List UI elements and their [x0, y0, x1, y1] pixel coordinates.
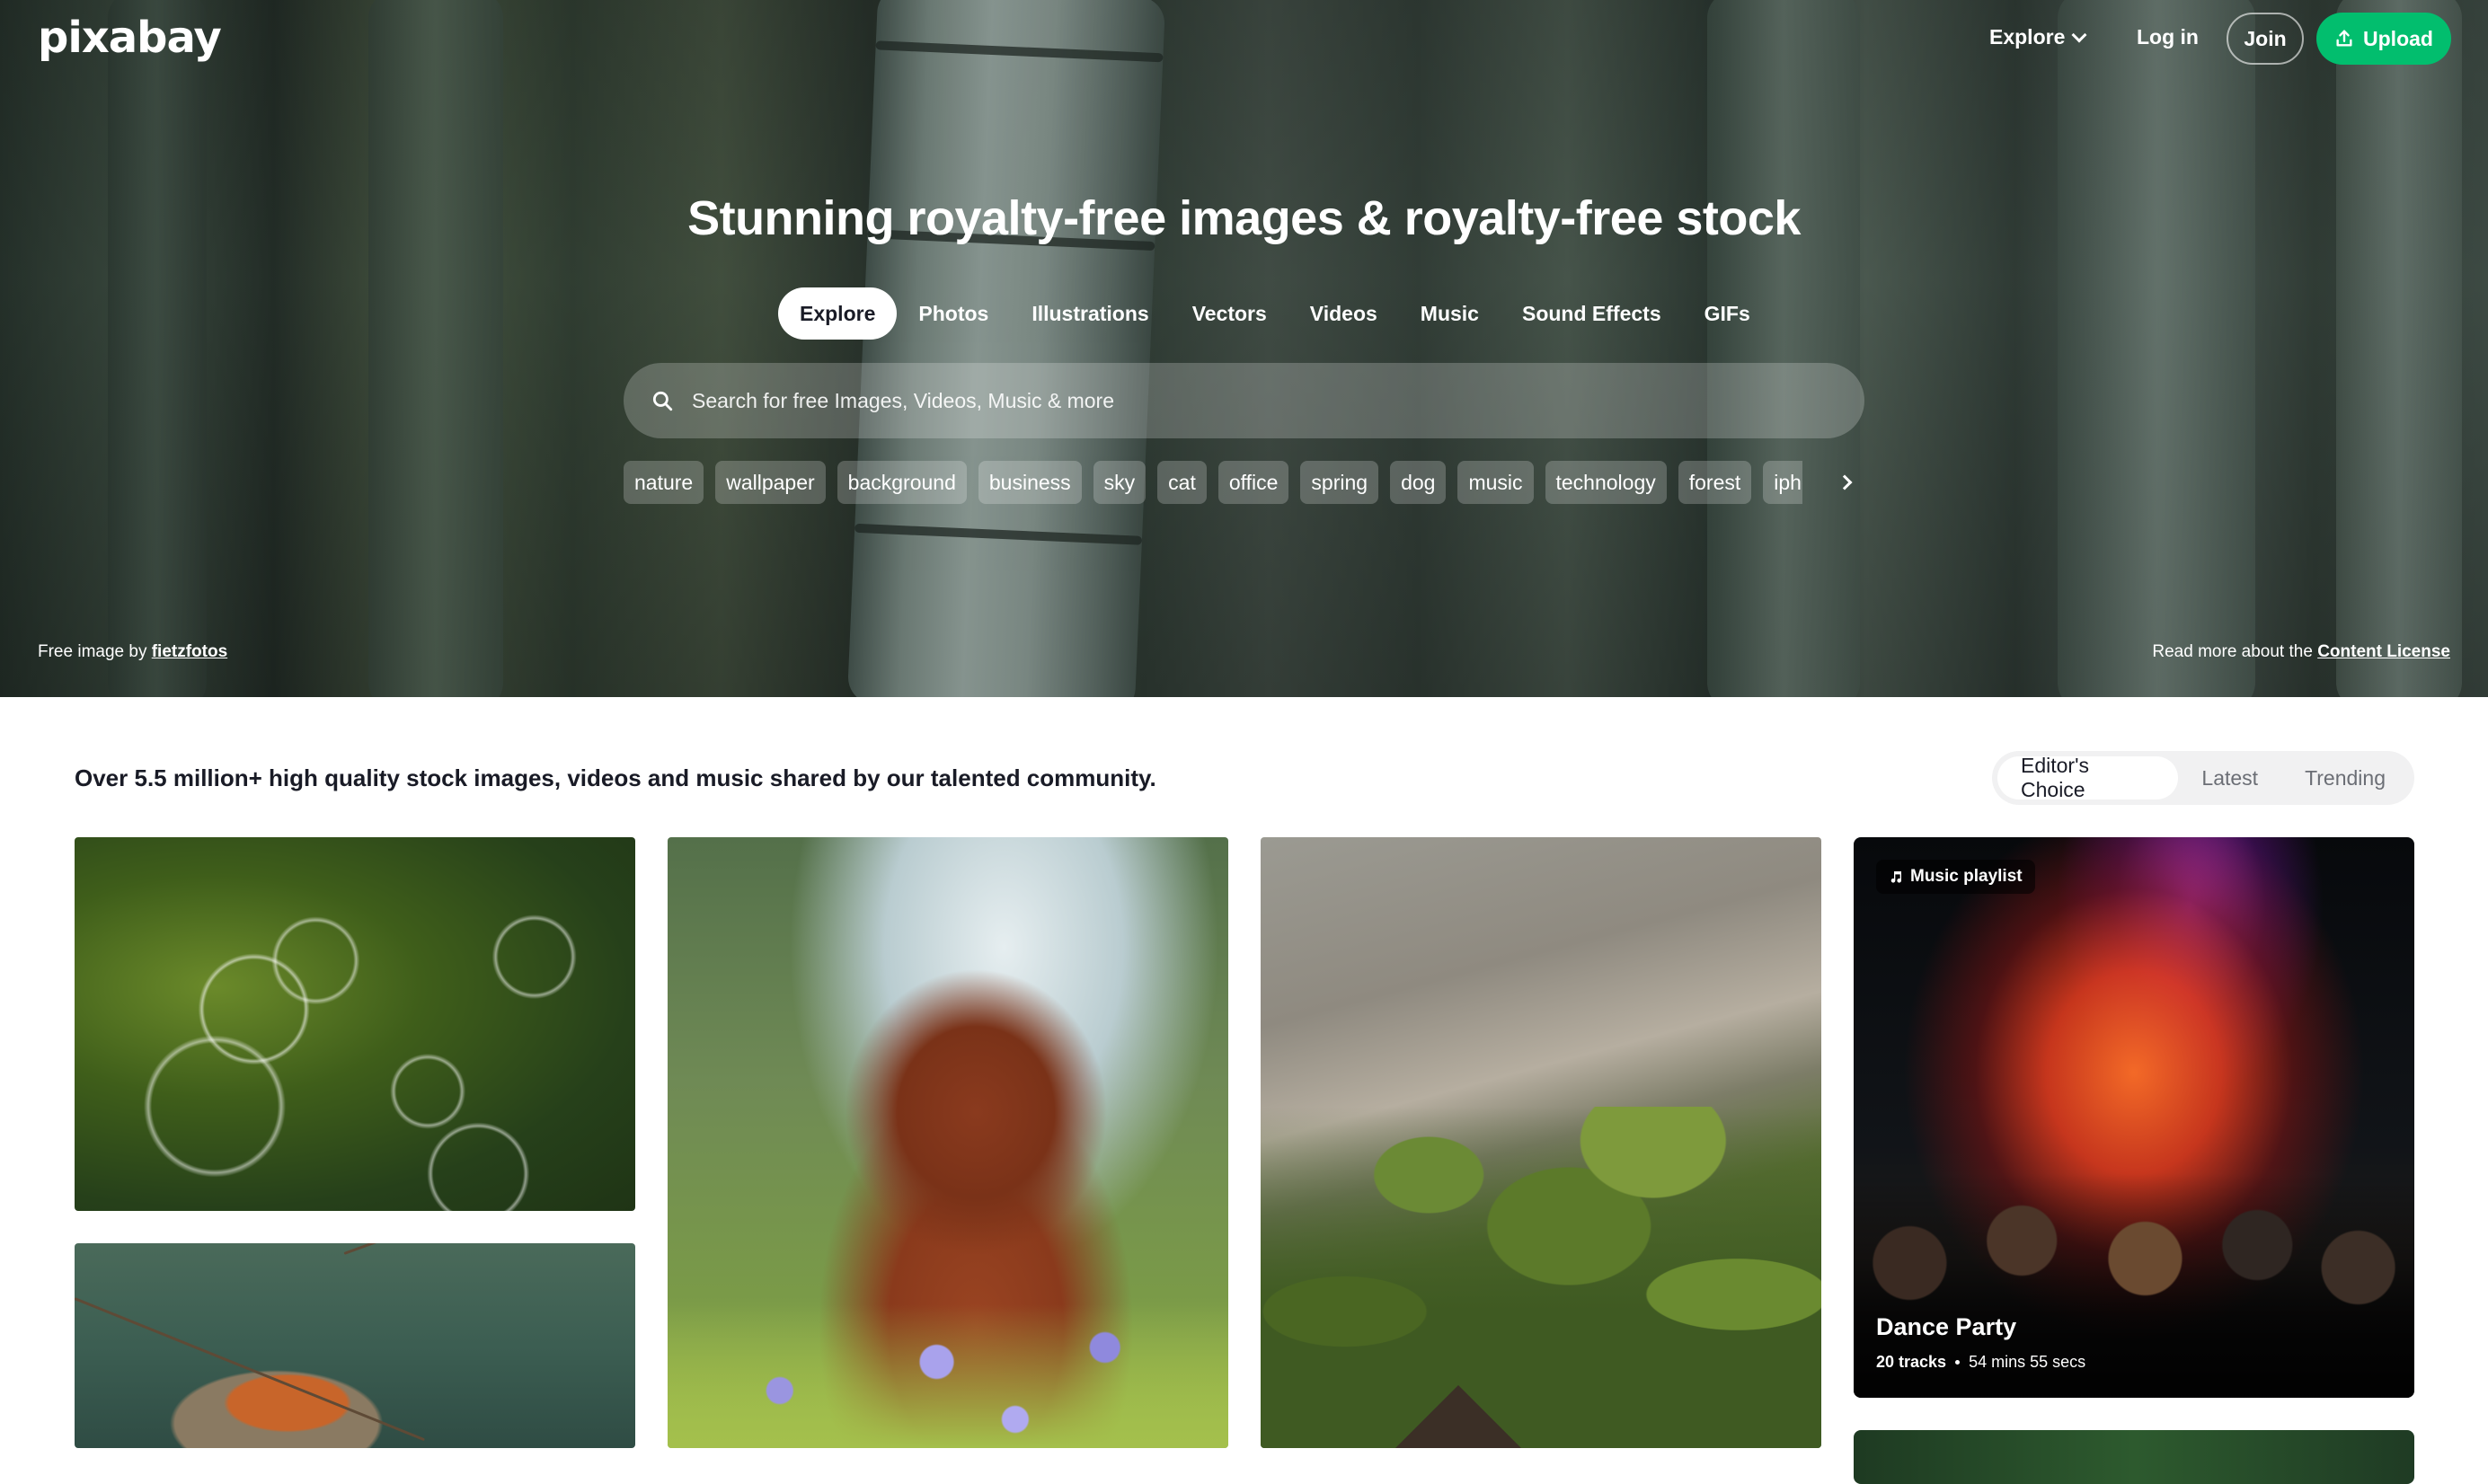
- tag-chip[interactable]: business: [978, 461, 1082, 504]
- tag-chip[interactable]: nature: [624, 461, 704, 504]
- playlist-track-count: 20 tracks: [1876, 1353, 1947, 1371]
- playlist-badge-label: Music playlist: [1910, 867, 2023, 886]
- tag-chip[interactable]: forest: [1678, 461, 1752, 504]
- tag-chip[interactable]: background: [837, 461, 967, 504]
- hero-background-bamboo: [2336, 0, 2462, 697]
- tags-scroll-right-button[interactable]: [1828, 466, 1861, 499]
- top-navigation: pixabay Explore Log in Join Upload: [0, 0, 2488, 79]
- music-playlist-badge: Music playlist: [1876, 860, 2035, 894]
- sort-toggle: Editor's Choice Latest Trending: [1992, 751, 2414, 805]
- image-detail: [668, 1304, 1228, 1448]
- tag-chip[interactable]: sky: [1093, 461, 1147, 504]
- tab-videos[interactable]: Videos: [1288, 287, 1399, 340]
- filter-latest[interactable]: Latest: [2178, 756, 2281, 799]
- tag-chip[interactable]: technology: [1545, 461, 1667, 504]
- tag-chip[interactable]: wallpaper: [715, 461, 826, 504]
- tab-explore[interactable]: Explore: [778, 287, 898, 340]
- tag-chip[interactable]: dog: [1390, 461, 1447, 504]
- pixabay-logo[interactable]: pixabay: [38, 13, 222, 63]
- image-card-bubbles[interactable]: [75, 837, 635, 1211]
- image-detail: [1395, 1385, 1521, 1448]
- tag-chip[interactable]: cat: [1157, 461, 1207, 504]
- tag-chip[interactable]: iphone: [1763, 461, 1802, 504]
- tag-chip[interactable]: music: [1457, 461, 1534, 504]
- tab-gifs[interactable]: GIFs: [1683, 287, 1772, 340]
- filter-editors-choice[interactable]: Editor's Choice: [1997, 754, 2179, 801]
- upload-button[interactable]: Upload: [2316, 13, 2451, 65]
- join-button[interactable]: Join: [2227, 13, 2304, 65]
- image-card-dog[interactable]: [668, 837, 1228, 1448]
- hero-headline: Stunning royalty-free images & royalty-f…: [687, 191, 1801, 245]
- image-card-mountain[interactable]: [1261, 837, 1821, 1448]
- community-tagline: Over 5.5 million+ high quality stock ima…: [75, 764, 1156, 791]
- tab-sound-effects[interactable]: Sound Effects: [1501, 287, 1683, 340]
- chevron-right-icon: [1837, 474, 1853, 490]
- playlist-meta: 20 tracks 54 mins 55 secs: [1876, 1353, 2085, 1372]
- upload-icon: [2336, 30, 2352, 47]
- tab-vectors[interactable]: Vectors: [1171, 287, 1288, 340]
- tab-music[interactable]: Music: [1399, 287, 1501, 340]
- content-license-link[interactable]: Content License: [2317, 642, 2450, 661]
- tab-photos[interactable]: Photos: [897, 287, 1010, 340]
- hero-background-bamboo: [1707, 0, 1860, 697]
- media-type-tabs: Explore Photos Illustrations Vectors Vid…: [778, 287, 1772, 340]
- search-input[interactable]: [692, 388, 1770, 413]
- music-playlist-card[interactable]: Music playlist Dance Party 20 tracks 54 …: [1854, 837, 2414, 1398]
- chevron-down-icon: [2071, 27, 2087, 42]
- credit-prefix: Free image by: [38, 642, 147, 661]
- login-link[interactable]: Log in: [2137, 25, 2199, 49]
- playlist-title: Dance Party: [1876, 1313, 2017, 1340]
- hero-background-bamboo: [846, 0, 1166, 697]
- popular-tags: nature wallpaper background business sky…: [624, 461, 1802, 504]
- image-card[interactable]: [1854, 1430, 2414, 1484]
- image-credit: Free image by fietzfotos: [38, 642, 227, 662]
- license-prefix: Read more about the: [2152, 642, 2313, 661]
- hero-background-bamboo: [368, 0, 503, 697]
- search-bar: [624, 363, 1864, 438]
- hero-background-bamboo: [108, 0, 207, 697]
- upload-button-label: Upload: [2363, 26, 2433, 50]
- hero-background-bamboo: [2058, 0, 2255, 697]
- music-note-icon: [1890, 871, 1902, 883]
- image-card-robin[interactable]: [75, 1243, 635, 1448]
- image-detail: [1261, 1107, 1821, 1448]
- license-note: Read more about the Content License: [2152, 642, 2450, 662]
- explore-menu-label: Explore: [1989, 25, 2066, 49]
- tag-chip[interactable]: office: [1217, 461, 1289, 504]
- credit-author-link[interactable]: fietzfotos: [152, 642, 227, 661]
- separator-dot: [1955, 1360, 1961, 1365]
- filter-trending[interactable]: Trending: [2281, 756, 2409, 799]
- search-icon: [652, 391, 673, 411]
- hero-banner: pixabay Explore Log in Join Upload Stunn…: [0, 0, 2488, 697]
- explore-menu-button[interactable]: Explore: [1989, 25, 2087, 49]
- tab-illustrations[interactable]: Illustrations: [1010, 287, 1170, 340]
- playlist-duration: 54 mins 55 secs: [1969, 1353, 2086, 1371]
- tag-chip[interactable]: spring: [1300, 461, 1379, 504]
